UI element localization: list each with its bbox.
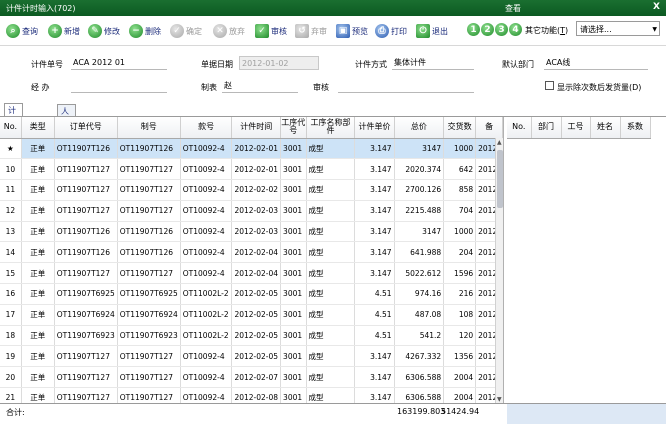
col-header-make[interactable]: 制号 xyxy=(117,117,181,139)
staff-totals-area xyxy=(507,404,666,424)
table-row[interactable]: 16 正单 OT11907T6925 OT11907T6925 OT11002L-2 20… xyxy=(0,283,503,305)
nav-prev-button[interactable]: 2 xyxy=(481,23,494,36)
col-header-no[interactable]: No. xyxy=(0,117,22,139)
table-row[interactable]: 15 正单 OT11907T127 OT11907T127 OT10092-4 2012-… xyxy=(0,262,503,285)
grid-area: No. 类型 订单代号 制号 款号 计件时间 工序代号 工序名称部件 计件单价 … xyxy=(0,116,666,404)
staff-col-id[interactable]: 工号 xyxy=(561,117,591,139)
table-row[interactable]: 14 正单 OT11907T126 OT11907T126 OT10092-4 2012-… xyxy=(0,241,503,264)
scroll-up-icon[interactable]: ▲ xyxy=(497,139,502,146)
doc-no-field[interactable]: ACA 2012 01 xyxy=(71,56,167,70)
scrollbar-thumb[interactable] xyxy=(497,150,503,208)
window-titlebar: 计件计时输入(702) 查看 X xyxy=(0,0,666,16)
detail-grid: No. 类型 订单代号 制号 款号 计件时间 工序代号 工序名称部件 计件单价 … xyxy=(0,117,504,404)
table-row[interactable]: 13 正单 OT11907T126 OT11907T126 OT10092-4 2012-… xyxy=(0,221,503,243)
auditor-field[interactable] xyxy=(338,79,474,93)
chevron-down-icon: ▼ xyxy=(652,26,657,33)
print-icon: ⎙ xyxy=(375,24,389,38)
exclude-label: 显示除次数后发货量(D) xyxy=(557,83,642,92)
other-functions-label: 其它功能(T) xyxy=(525,26,569,35)
date-label: 单据日期 xyxy=(201,60,233,69)
print-button[interactable]: ⎙ 打印 xyxy=(375,23,407,39)
add-icon: + xyxy=(48,24,62,38)
table-row[interactable]: 10 正单 OT11907T127 OT11907T127 OT10092-4 2012-… xyxy=(0,158,503,181)
header-form: 计件单号 ACA 2012 01 单据日期 2012-01-02 计件方式 集体… xyxy=(0,47,666,103)
handler-field[interactable] xyxy=(71,79,167,93)
total-quantity: 51424.94 xyxy=(441,407,480,416)
staff-col-coef[interactable]: 系数 xyxy=(620,117,651,139)
maker-label: 制表 xyxy=(201,83,217,92)
confirm-button[interactable]: ✓ 确定 xyxy=(170,23,202,39)
window-title: 计件计时输入(702) xyxy=(6,4,76,13)
tab-daily-subtotal[interactable]: 人员每日计件小计(2) xyxy=(57,104,77,203)
col-header-style[interactable]: 款号 xyxy=(180,117,233,139)
grid-header-row: No. 类型 订单代号 制号 款号 计件时间 工序代号 工序名称部件 计件单价 … xyxy=(0,117,503,139)
tab-piece-detail[interactable]: 计件明细(1) xyxy=(4,103,24,158)
dept-field[interactable]: ACA线 xyxy=(544,56,648,70)
unaudit-button[interactable]: ↺ 弃审 xyxy=(295,23,327,39)
table-row[interactable]: 12 正单 OT11907T127 OT11907T127 OT10092-4 2012-… xyxy=(0,200,503,222)
staff-col-dept[interactable]: 部门 xyxy=(531,117,562,139)
staff-header-row: No. 部门 工号 姓名 系数 xyxy=(507,117,651,139)
add-button[interactable]: + 新增 xyxy=(48,23,80,39)
audit-button[interactable]: ✓ 审核 xyxy=(255,23,287,39)
exclude-checkbox[interactable] xyxy=(545,81,554,90)
grid-vertical-scrollbar[interactable]: ▲ ▼ xyxy=(495,138,503,404)
dept-label: 默认部门 xyxy=(502,60,534,69)
nav-next-button[interactable]: 3 xyxy=(495,23,508,36)
table-row[interactable]: 11 正单 OT11907T127 OT11907T127 OT10092-4 2012-… xyxy=(0,179,503,201)
exit-icon: ⏻ xyxy=(416,24,430,38)
col-header-process-code[interactable]: 工序代号 xyxy=(280,117,307,139)
method-label: 计件方式 xyxy=(355,60,387,69)
col-header-unit-price[interactable]: 计件单价 xyxy=(354,117,395,139)
staff-col-no[interactable]: No. xyxy=(507,117,532,139)
nav-last-button[interactable]: 4 xyxy=(509,23,522,36)
totals-bar: 合计: 163199.803 51424.94 xyxy=(0,403,666,424)
unaudit-icon: ↺ xyxy=(295,24,309,38)
table-row[interactable]: 18 正单 OT11907T6923 OT11907T6923 OT11002L-2 20… xyxy=(0,325,503,347)
staff-col-name[interactable]: 姓名 xyxy=(590,117,621,139)
total-amount: 163199.803 xyxy=(397,407,446,416)
maker-field[interactable]: 赵 xyxy=(222,79,298,93)
staff-grid: No. 部门 工号 姓名 系数 xyxy=(507,117,666,404)
delete-icon: − xyxy=(129,24,143,38)
doc-no-label: 计件单号 xyxy=(31,60,63,69)
preview-button[interactable]: ▣ 预览 xyxy=(336,23,368,39)
preview-icon: ▣ xyxy=(336,24,350,38)
col-header-time[interactable]: 计件时间 xyxy=(231,117,282,139)
nav-first-button[interactable]: 1 xyxy=(467,23,480,36)
edit-button[interactable]: ✎ 修改 xyxy=(88,23,120,39)
table-row[interactable]: 21 正单 OT11907T127 OT11907T127 OT10092-4 2012-… xyxy=(0,387,503,404)
window-mode: 查看 xyxy=(505,4,521,13)
cancel-icon: ✕ xyxy=(213,24,227,38)
col-header-process-name[interactable]: 工序名称部件 xyxy=(306,117,356,139)
search-icon: ⌕ xyxy=(6,24,20,38)
table-row[interactable]: 19 正单 OT11907T127 OT11907T127 OT10092-4 2012-… xyxy=(0,345,503,368)
auditor-label: 审核 xyxy=(313,83,329,92)
cancel-button[interactable]: ✕ 放弃 xyxy=(213,23,245,39)
close-button[interactable]: X xyxy=(653,2,660,12)
edit-icon: ✎ xyxy=(88,24,102,38)
toolbar: ⌕ 查询 + 新增 ✎ 修改 − 删除 ✓ 确定 ✕ 放弃 ✓ 审核 ↺ 弃审 … xyxy=(0,16,666,46)
table-row[interactable]: ★ 正单 OT11907T126 OT11907T126 OT10092-4 2012-0… xyxy=(0,138,503,160)
table-row[interactable]: 20 正单 OT11907T127 OT11907T127 OT10092-4 2012-… xyxy=(0,366,503,389)
col-header-total[interactable]: 总价 xyxy=(394,117,445,139)
col-header-order[interactable]: 订单代号 xyxy=(54,117,118,139)
table-row[interactable]: 17 正单 OT11907T6924 OT11907T6924 OT11002L-2 20… xyxy=(0,304,503,326)
total-label: 合计: xyxy=(6,408,25,417)
col-header-remark[interactable]: 备 xyxy=(475,117,503,139)
date-field[interactable]: 2012-01-02 xyxy=(239,56,319,70)
search-button[interactable]: ⌕ 查询 xyxy=(6,23,38,39)
confirm-icon: ✓ xyxy=(170,24,184,38)
col-header-qty[interactable]: 交货数 xyxy=(443,117,477,139)
col-header-type[interactable]: 类型 xyxy=(21,117,55,139)
method-field[interactable]: 集体计件 xyxy=(392,56,474,70)
other-functions-select[interactable]: 请选择... ▼ xyxy=(576,21,660,36)
delete-button[interactable]: − 删除 xyxy=(129,23,161,39)
record-nav: 1 2 3 4 xyxy=(467,23,522,36)
exit-button[interactable]: ⏻ 退出 xyxy=(416,23,448,39)
handler-label: 经 办 xyxy=(31,83,50,92)
audit-icon: ✓ xyxy=(255,24,269,38)
scroll-down-icon[interactable]: ▼ xyxy=(497,396,502,403)
